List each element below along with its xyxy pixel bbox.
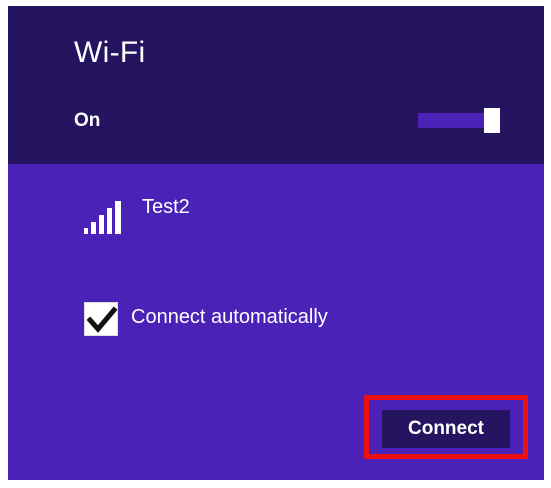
connect-automatically-label: Connect automatically	[131, 306, 328, 328]
wifi-toggle-track	[418, 113, 484, 128]
wifi-header: Wi-Fi On	[8, 6, 544, 164]
wifi-panel: Wi-Fi On Test2 Connect automatically Con…	[8, 6, 544, 480]
panel-title: Wi-Fi	[74, 36, 146, 69]
connect-automatically-checkbox[interactable]	[84, 302, 118, 336]
wifi-toggle-thumb[interactable]	[484, 108, 500, 133]
checkmark-icon	[87, 306, 117, 333]
signal-bars-icon	[82, 188, 128, 234]
wifi-state-label: On	[74, 110, 101, 131]
wifi-toggle[interactable]	[418, 108, 500, 133]
network-name: Test2	[142, 196, 190, 218]
connect-button[interactable]: Connect	[382, 410, 510, 448]
